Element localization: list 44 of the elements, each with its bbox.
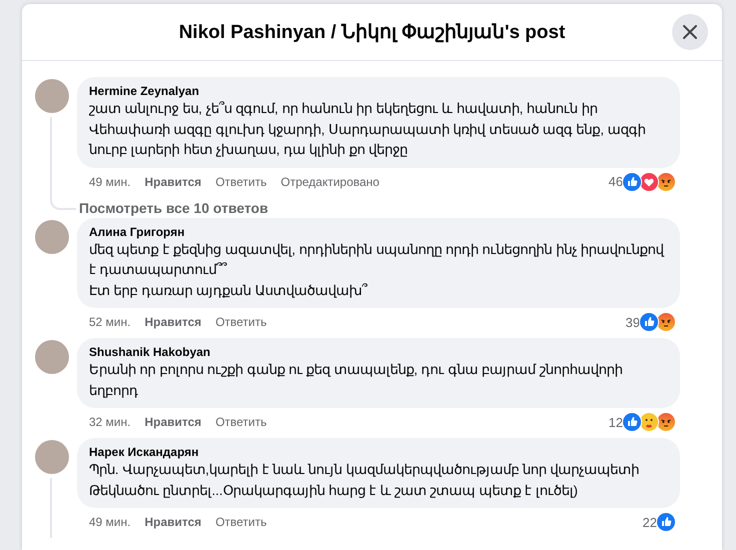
thumbs-up-icon[interactable] (622, 412, 642, 432)
comment-text: Պրն. Վարչապետ,կարելի է նաև նույն կազմակերպվածությամբ նոր վարչապետի Թեկնածու ընտրել...Օրակարգային հարց է և շատ շտապ պետք է լուծել) (89, 461, 640, 500)
thumbs-up-icon[interactable] (639, 312, 659, 332)
comment-time[interactable]: 49 мин. (89, 515, 131, 529)
like-link[interactable]: Нравится (144, 515, 202, 529)
reaction-count[interactable]: 39 (626, 314, 640, 330)
reply-link[interactable]: Ответить (215, 174, 267, 188)
angry-face-icon[interactable] (656, 412, 676, 432)
view-replies-link[interactable]: Посмотреть все 10 ответов (79, 198, 268, 218)
like-link[interactable]: Нравится (144, 174, 202, 188)
comment-time[interactable]: 52 мин. (89, 315, 131, 329)
like-link[interactable]: Нравится (144, 415, 202, 429)
author-name[interactable]: Нарек Искандарян (89, 444, 672, 460)
dialog-title: Nikol Pashinyan / Նիկոլ Փաշինյան's post (178, 21, 566, 44)
avatar[interactable] (35, 440, 69, 474)
like-link[interactable]: Нравится (144, 315, 202, 329)
avatar[interactable] (35, 220, 69, 254)
comment-time[interactable]: 49 мин. (89, 174, 131, 188)
reply-link[interactable]: Ответить (215, 415, 267, 429)
comment-text: Երանի որ բոլորս ուշքի գանք ու քեզ տապալենք, դու գնա բայրամ շնորհավորի եղբորդ (89, 361, 624, 400)
thumbs-up-icon[interactable] (656, 512, 676, 532)
reaction-count[interactable]: 12 (608, 414, 623, 430)
avatar[interactable] (35, 340, 69, 374)
close-button[interactable] (672, 14, 708, 50)
thread-connector (50, 196, 76, 210)
comment-text: Էտ երբ դառար այդքան Աստվածավախ՞ (89, 282, 368, 300)
thumbs-up-icon[interactable] (622, 172, 642, 192)
reaction-count[interactable]: 46 (608, 174, 623, 189)
angry-face-icon[interactable] (656, 172, 676, 192)
reaction-count[interactable]: 22 (642, 514, 657, 530)
edited-label: Отредактировано (280, 174, 380, 188)
angry-face-icon[interactable] (656, 312, 676, 332)
author-name[interactable]: Hermine Zeynalyan (89, 83, 672, 99)
reply-link[interactable]: Ответить (215, 515, 267, 529)
comment-text: շատ անլուրջ ես, չե՞ս զգում, որ հանուն իր եկեղեցու և հավատի, հանուն իր Վեհափառի ազգը գլուխդ կջարդի, Սարդարապատի կռիվ տեսած ազգ ենք, ազգի նուրբ լարերի հետ չխաղաս, դա կլինի քո վերջը (89, 100, 647, 159)
author-name[interactable]: Shushanik Hakobyan (89, 344, 672, 360)
comment-text: մեզ պետք է քեզնից ազատվել, որդիներին սպանողը որդի ունեցողին ինչ իրավունքով է դատապարտում՞՞ (89, 240, 666, 279)
author-name[interactable]: Алина Григорян (89, 224, 672, 240)
heart-icon[interactable] (639, 172, 659, 192)
avatar[interactable] (35, 79, 69, 113)
close-icon (682, 24, 698, 40)
reply-link[interactable]: Ответить (215, 315, 267, 329)
hugging-face-icon[interactable] (639, 412, 659, 432)
comment-time[interactable]: 32 мин. (89, 415, 131, 429)
